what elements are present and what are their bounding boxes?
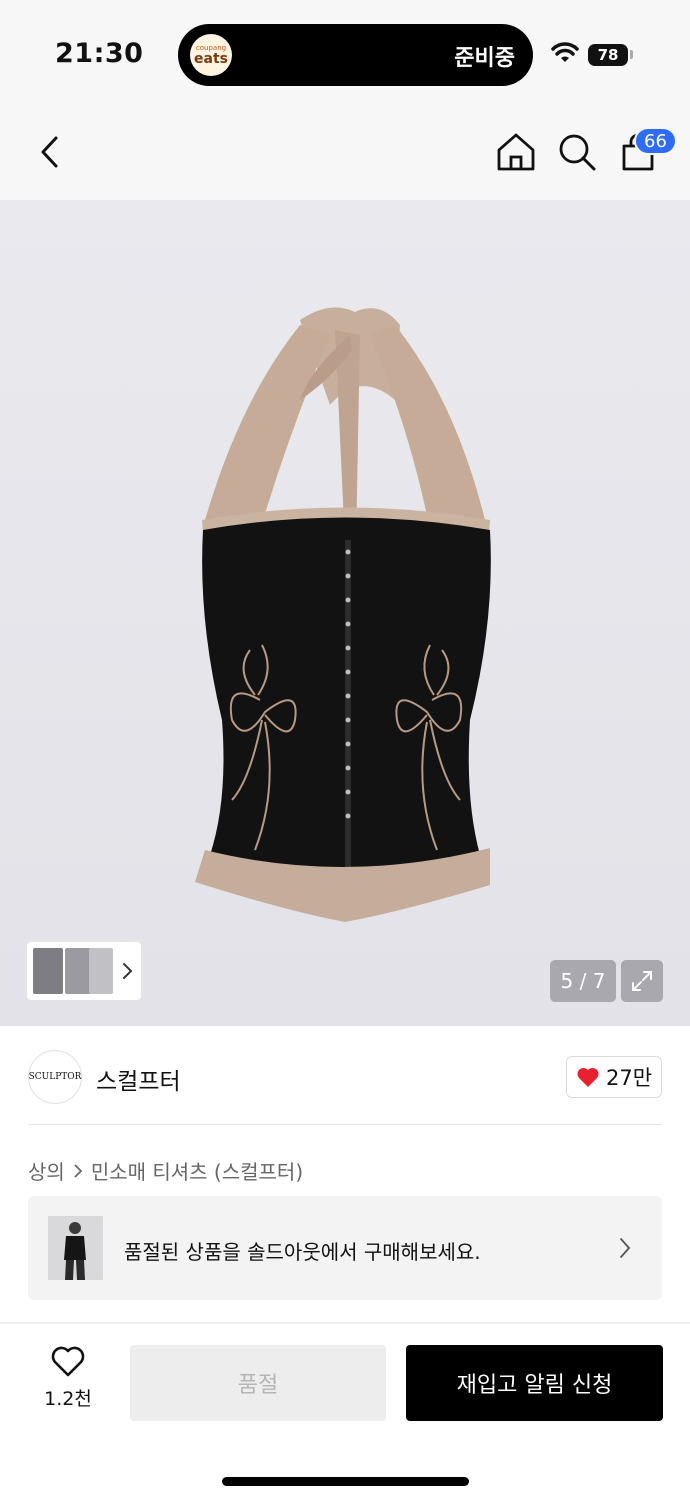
status-bar: 21:30 coupang eats 준비중 78 bbox=[0, 0, 690, 110]
top-nav bbox=[0, 110, 690, 200]
product-image-gallery[interactable]: 5 / 7 bbox=[0, 200, 690, 1026]
page-indicator: 5 / 7 bbox=[550, 960, 616, 1002]
battery-tip bbox=[630, 50, 633, 59]
chevron-right-icon bbox=[123, 963, 133, 979]
battery-level: 78 bbox=[597, 46, 619, 64]
brand-name[interactable]: 스컬프터 bbox=[96, 1062, 181, 1096]
soldout-button[interactable]: 품절 bbox=[130, 1345, 386, 1421]
search-button[interactable] bbox=[555, 130, 599, 174]
breadcrumb-item-category[interactable]: 상의 bbox=[28, 1156, 65, 1185]
logo-bottom-text: eats bbox=[194, 50, 228, 67]
battery-icon: 78 bbox=[588, 44, 628, 66]
coupang-eats-logo: coupang eats bbox=[190, 34, 232, 76]
search-icon bbox=[559, 134, 596, 171]
thumbnail-strip[interactable] bbox=[27, 942, 141, 1000]
thumbnail-3[interactable] bbox=[89, 948, 113, 994]
home-icon bbox=[497, 133, 535, 171]
wishlist-count: 1.2천 bbox=[44, 1388, 92, 1410]
chevron-right-icon bbox=[74, 1163, 83, 1178]
promo-text: 품절된 상품을 솔드아웃에서 구매해보세요. bbox=[124, 1240, 481, 1264]
breadcrumb-item-subcategory[interactable]: 민소매 티셔츠 (스컬프터) bbox=[91, 1156, 303, 1185]
promo-thumbnail bbox=[48, 1216, 103, 1280]
thumbnail-1[interactable] bbox=[33, 948, 63, 994]
heart-outline-icon bbox=[51, 1346, 85, 1377]
soldout-promo-banner[interactable]: 품절된 상품을 솔드아웃에서 구매해보세요. bbox=[28, 1196, 662, 1300]
restock-alert-button[interactable]: 재입고 알림 신청 bbox=[406, 1345, 663, 1421]
home-button[interactable] bbox=[494, 130, 538, 174]
order-status: 준비중 bbox=[454, 46, 515, 71]
product-photo bbox=[195, 307, 491, 922]
brand-like-count: 27만 bbox=[605, 1066, 653, 1090]
brand-like-button[interactable]: 27만 bbox=[566, 1056, 662, 1098]
wishlist-button[interactable]: 1.2천 bbox=[30, 1346, 106, 1422]
back-button[interactable] bbox=[28, 130, 72, 174]
expand-button[interactable] bbox=[621, 960, 663, 1002]
chevron-right-icon bbox=[620, 1238, 631, 1258]
cart-count-badge: 66 bbox=[634, 127, 677, 155]
wifi-icon bbox=[551, 42, 579, 62]
back-icon bbox=[41, 136, 58, 168]
heart-filled-icon bbox=[577, 1067, 599, 1087]
dynamic-island[interactable]: coupang eats 준비중 bbox=[178, 24, 533, 86]
breadcrumb: 상의 민소매 티셔츠 (스컬프터) bbox=[28, 1156, 303, 1185]
clock: 21:30 bbox=[55, 38, 144, 69]
section-separator bbox=[0, 1322, 690, 1324]
home-indicator[interactable] bbox=[222, 1477, 469, 1486]
brand-row[interactable]: SCULPTOR 스컬프터 27만 bbox=[0, 1028, 690, 1126]
brand-logo[interactable]: SCULPTOR bbox=[28, 1050, 82, 1104]
expand-icon bbox=[632, 971, 652, 991]
divider bbox=[28, 1124, 662, 1125]
